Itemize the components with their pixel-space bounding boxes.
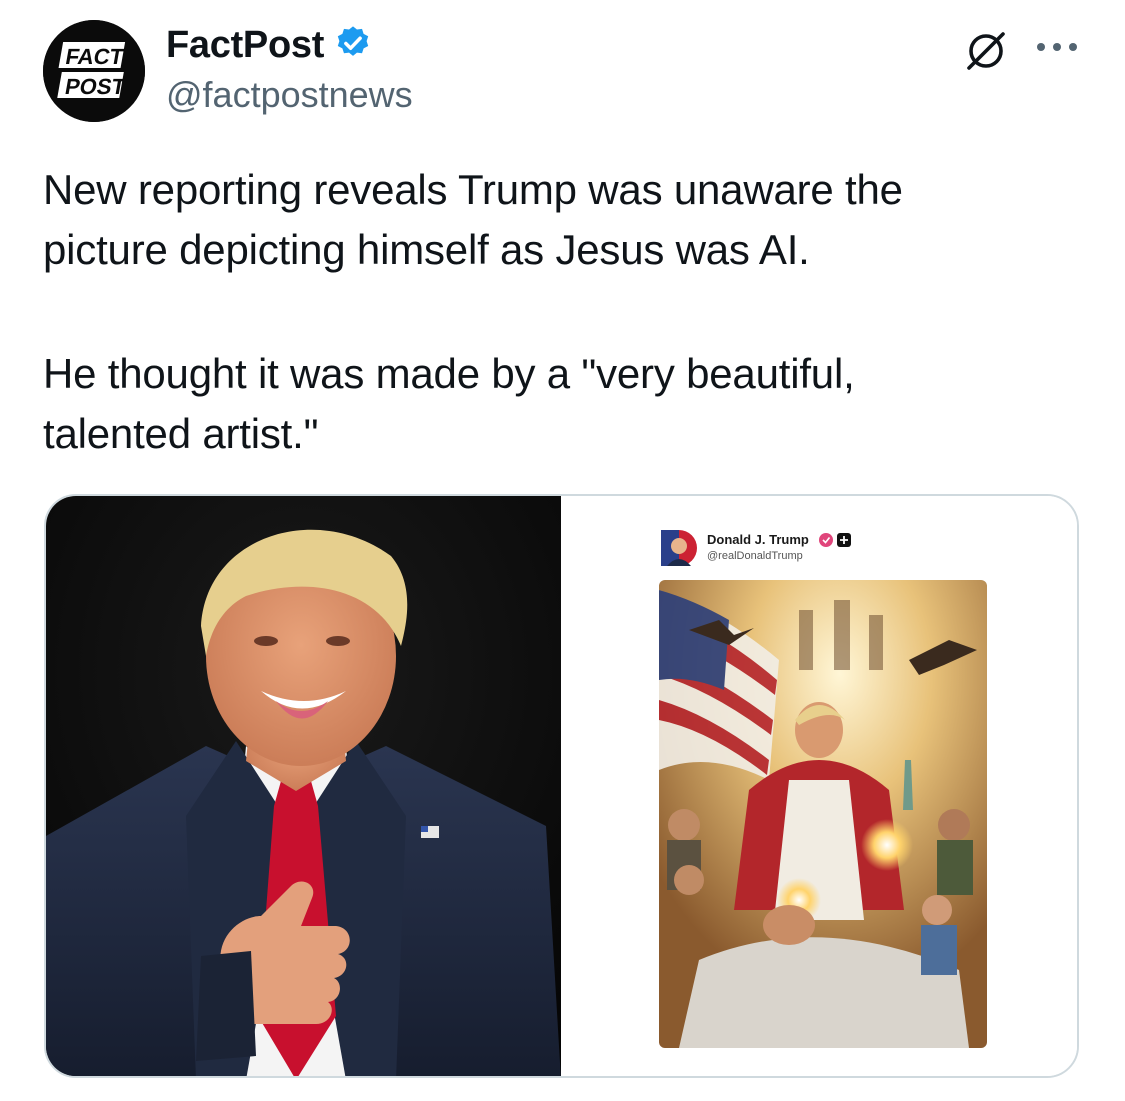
tweet-text-line: talented artist." <box>43 410 319 457</box>
author-handle[interactable]: @factpostnews <box>166 74 413 116</box>
logo-text-fact: FACT <box>64 44 126 69</box>
verified-badge-icon <box>819 533 833 547</box>
logo-text-post: POST <box>63 74 128 99</box>
author-name-row: FactPost <box>166 24 372 67</box>
tweet-text-line: New reporting reveals Trump was unaware … <box>43 166 903 213</box>
tweet-text-line: He thought it was made by a "very beauti… <box>43 350 855 397</box>
embedded-avatar <box>661 530 697 571</box>
artwork-image <box>659 580 987 1048</box>
embedded-display-name: Donald J. Trump <box>707 532 809 547</box>
media-photo-right[interactable]: Donald J. Trump @realDonaldTrump <box>561 496 1077 1076</box>
embedded-badges <box>818 532 858 553</box>
embedded-handle: @realDonaldTrump <box>707 550 803 562</box>
factpost-logo: FACT POST <box>43 20 145 122</box>
author-display-name[interactable]: FactPost <box>166 24 324 67</box>
author-avatar[interactable]: FACT POST <box>43 20 145 122</box>
tweet-media[interactable]: Donald J. Trump @realDonaldTrump <box>44 494 1079 1078</box>
embedded-artwork <box>659 580 987 1053</box>
verified-badge-icon <box>334 24 372 67</box>
portrait-photo <box>46 496 561 1076</box>
more-options-icon[interactable] <box>1034 40 1080 59</box>
grok-icon[interactable] <box>962 27 1010 80</box>
tweet-body: New reporting reveals Trump was unaware … <box>43 160 1063 464</box>
tweet-text-line: picture depicting himself as Jesus was A… <box>43 226 810 273</box>
media-photo-left[interactable] <box>46 496 561 1076</box>
